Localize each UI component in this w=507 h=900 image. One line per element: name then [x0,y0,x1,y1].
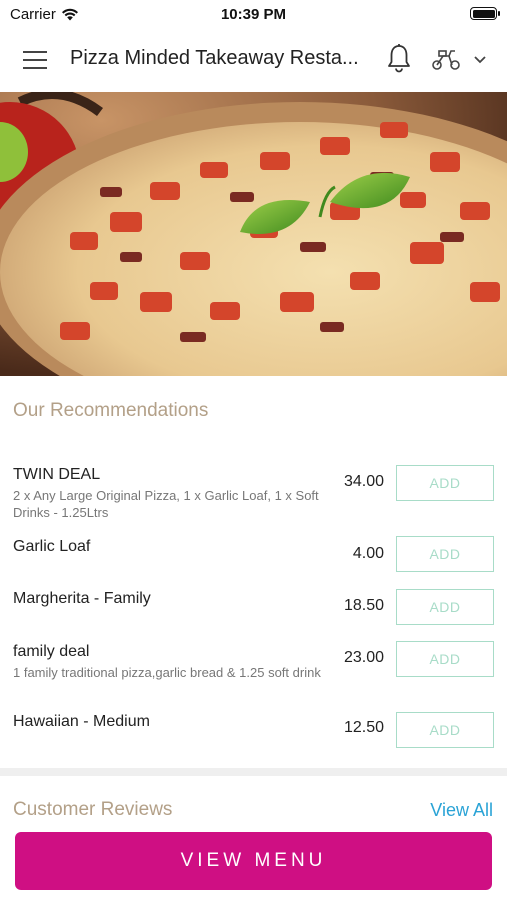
item-description: 1 family traditional pizza,garlic bread … [13,665,321,680]
page-title: Pizza Minded Takeaway Resta... [70,47,359,69]
item-name: Hawaiian - Medium [13,713,150,730]
hero-image [0,92,507,376]
reviews-title: Customer Reviews [13,799,173,820]
view-menu-button[interactable]: VIEW MENU [15,832,492,890]
item-price: 4.00 [352,545,384,562]
view-all-link[interactable]: View All [430,800,493,821]
menu-icon[interactable] [23,51,47,69]
item-price: 18.50 [343,597,384,614]
add-button[interactable]: ADD [396,589,494,625]
app-header: Pizza Minded Takeaway Resta... [0,28,507,92]
item-name: Garlic Loaf [13,538,91,555]
add-button[interactable]: ADD [396,712,494,748]
section-divider [0,768,507,776]
item-price: 34.00 [343,473,384,490]
recommendations-title: Our Recommendations [13,400,209,421]
battery-icon [470,7,500,20]
chevron-down-icon[interactable] [472,52,488,66]
status-bar: Carrier 10:39 PM [0,0,507,28]
pizza-with-basil-photo [0,92,507,376]
add-button[interactable]: ADD [396,465,494,501]
item-price: 23.00 [343,649,384,666]
item-name: family deal [13,643,90,660]
add-button[interactable]: ADD [396,641,494,677]
item-price: 12.50 [343,719,384,736]
item-description: 2 x Any Large Original Pizza, 1 x Garlic… [13,488,319,520]
status-time: 10:39 PM [220,5,287,23]
item-name: Margherita - Family [13,590,151,607]
add-button[interactable]: ADD [396,536,494,572]
bell-icon[interactable] [386,43,412,73]
item-name: TWIN DEAL [13,466,101,483]
delivery-scooter-icon[interactable] [430,46,462,72]
